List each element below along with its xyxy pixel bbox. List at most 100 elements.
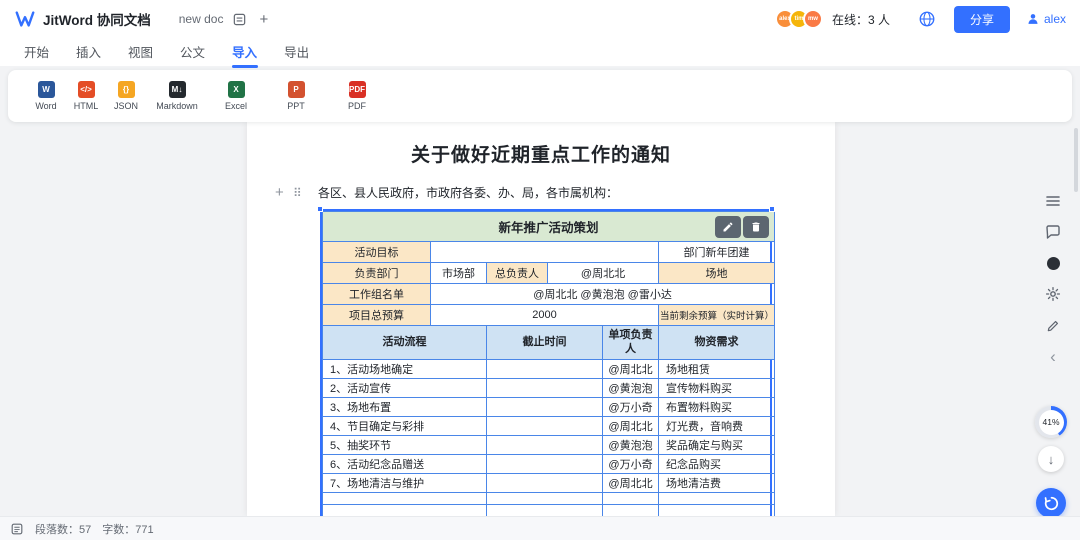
- table-cell[interactable]: [487, 417, 603, 436]
- import-excel-button[interactable]: X Excel: [216, 81, 256, 111]
- comments-button[interactable]: [1042, 221, 1064, 243]
- table-cell[interactable]: 4、节目确定与彩排: [323, 417, 487, 436]
- tab-export[interactable]: 导出: [284, 38, 309, 68]
- doc-name[interactable]: new doc: [179, 12, 224, 26]
- table-cell[interactable]: @周北北 @黄泡泡 @雷小达: [431, 284, 775, 305]
- edit-mode-button[interactable]: [1042, 314, 1064, 336]
- scroll-down-button[interactable]: ↓: [1038, 446, 1064, 472]
- table-cell[interactable]: @万小奇: [603, 455, 659, 474]
- table-cell[interactable]: 7、场地清洁与维护: [323, 474, 487, 493]
- table-cell[interactable]: @万小奇: [603, 398, 659, 417]
- table-cell[interactable]: [487, 360, 603, 379]
- current-user[interactable]: alex: [1026, 12, 1066, 26]
- table-cell[interactable]: @周北北: [548, 263, 659, 284]
- doc-title[interactable]: 关于做好近期重点工作的通知: [247, 140, 835, 167]
- import-word-button[interactable]: W Word: [26, 81, 66, 111]
- table-caption-cell[interactable]: 新年推广活动策划: [323, 212, 775, 242]
- table-cell[interactable]: 3、场地布置: [323, 398, 487, 417]
- table-cell[interactable]: 场地租赁: [659, 360, 775, 379]
- table-cell[interactable]: [659, 493, 775, 505]
- table-cell[interactable]: 1、活动场地确定: [323, 360, 487, 379]
- table-cell[interactable]: [487, 505, 603, 517]
- table-delete-button[interactable]: [743, 216, 769, 238]
- avatar[interactable]: mw: [803, 9, 823, 29]
- document-page[interactable]: 关于做好近期重点工作的通知 + ⠿ 各区、县人民政府，市政府各委、办、局，各市属…: [247, 122, 835, 516]
- table-cell[interactable]: 6、活动纪念品赠送: [323, 455, 487, 474]
- table-cell[interactable]: 宣传物料购买: [659, 379, 775, 398]
- table-cell[interactable]: 总负责人: [487, 263, 548, 284]
- table-cell[interactable]: 纪念品购买: [659, 455, 775, 474]
- activity-table[interactable]: 新年推广活动策划: [322, 211, 775, 516]
- column-header[interactable]: 活动流程: [323, 326, 487, 360]
- table-cell[interactable]: 布置物料购买: [659, 398, 775, 417]
- selection-handle[interactable]: [769, 206, 775, 212]
- focus-mode-button[interactable]: [1042, 252, 1064, 274]
- table-cell[interactable]: 奖品确定与购买: [659, 436, 775, 455]
- help-button[interactable]: [1036, 488, 1066, 518]
- table-cell[interactable]: [603, 505, 659, 517]
- table-cell[interactable]: [487, 398, 603, 417]
- column-header[interactable]: 物资需求: [659, 326, 775, 360]
- table-cell[interactable]: 负责部门: [323, 263, 431, 284]
- table-row: 7、场地清洁与维护 @周北北 场地清洁费: [323, 474, 775, 493]
- import-pdf-button[interactable]: PDF PDF: [337, 81, 377, 111]
- table-cell[interactable]: 当前剩余预算（实时计算）: [659, 305, 775, 326]
- table-cell[interactable]: 2000: [431, 305, 659, 326]
- column-header[interactable]: 单项负责人: [603, 326, 659, 360]
- table-cell[interactable]: [487, 436, 603, 455]
- import-json-button[interactable]: {} JSON: [106, 81, 146, 111]
- outline-button[interactable]: [1042, 190, 1064, 212]
- table-cell[interactable]: [323, 505, 487, 517]
- add-doc-button[interactable]: +: [259, 12, 268, 27]
- table-cell[interactable]: 市场部: [431, 263, 487, 284]
- table-cell[interactable]: 活动目标: [323, 242, 431, 263]
- table-cell[interactable]: @黄泡泡: [603, 436, 659, 455]
- chevron-left-icon: ‹: [1050, 348, 1056, 365]
- table-cell[interactable]: [487, 493, 603, 505]
- column-header[interactable]: 截止时间: [487, 326, 603, 360]
- table-cell[interactable]: @周北北: [603, 360, 659, 379]
- drag-handle-icon[interactable]: ⠿: [293, 186, 302, 200]
- selection-handle[interactable]: [317, 206, 323, 212]
- doc-list-icon[interactable]: [232, 12, 247, 27]
- table-cell[interactable]: [487, 474, 603, 493]
- table-selection[interactable]: 新年推广活动策划: [320, 209, 772, 516]
- table-cell[interactable]: 5、抽奖环节: [323, 436, 487, 455]
- word-count-icon[interactable]: [10, 522, 24, 536]
- table-row: 负责部门 市场部 总负责人 @周北北 场地: [323, 263, 775, 284]
- tab-insert[interactable]: 插入: [76, 38, 101, 68]
- scrollbar-thumb[interactable]: [1074, 128, 1078, 192]
- table-cell[interactable]: 2、活动宣传: [323, 379, 487, 398]
- table-cell[interactable]: 场地清洁费: [659, 474, 775, 493]
- table-edit-button[interactable]: [715, 216, 741, 238]
- tab-start[interactable]: 开始: [24, 38, 49, 68]
- table-cell[interactable]: 项目总预算: [323, 305, 431, 326]
- tab-view[interactable]: 视图: [128, 38, 153, 68]
- import-html-button[interactable]: </> HTML: [66, 81, 106, 111]
- paragraph[interactable]: 各区、县人民政府，市政府各委、办、局，各市属机构：: [318, 185, 835, 202]
- table-cell[interactable]: @黄泡泡: [603, 379, 659, 398]
- table-cell[interactable]: [323, 493, 487, 505]
- table-cell[interactable]: 灯光费，音响费: [659, 417, 775, 436]
- table-cell[interactable]: 场地: [659, 263, 775, 284]
- globe-icon[interactable]: [918, 10, 936, 28]
- import-markdown-button[interactable]: M↓ Markdown: [148, 81, 206, 111]
- tab-official-doc[interactable]: 公文: [180, 38, 205, 68]
- table-cell[interactable]: 部门新年团建: [659, 242, 775, 263]
- table-cell[interactable]: @周北北: [603, 474, 659, 493]
- table-cell[interactable]: [603, 493, 659, 505]
- table-cell[interactable]: 工作组名单: [323, 284, 431, 305]
- table-cell[interactable]: [659, 505, 775, 517]
- import-ppt-button[interactable]: P PPT: [276, 81, 316, 111]
- table-cell[interactable]: [431, 242, 659, 263]
- tab-import[interactable]: 导入: [232, 38, 257, 68]
- share-button[interactable]: 分享: [954, 6, 1010, 33]
- import-toolbar: W Word </> HTML {} JSON M↓ Markdown X Ex…: [8, 70, 1072, 122]
- table-cell[interactable]: [487, 379, 603, 398]
- zoom-indicator[interactable]: 41%: [1035, 406, 1067, 438]
- table-cell[interactable]: @周北北: [603, 417, 659, 436]
- collapse-panel-button[interactable]: ‹: [1042, 345, 1064, 367]
- settings-button[interactable]: [1042, 283, 1064, 305]
- add-block-icon[interactable]: +: [275, 185, 284, 201]
- table-cell[interactable]: [487, 455, 603, 474]
